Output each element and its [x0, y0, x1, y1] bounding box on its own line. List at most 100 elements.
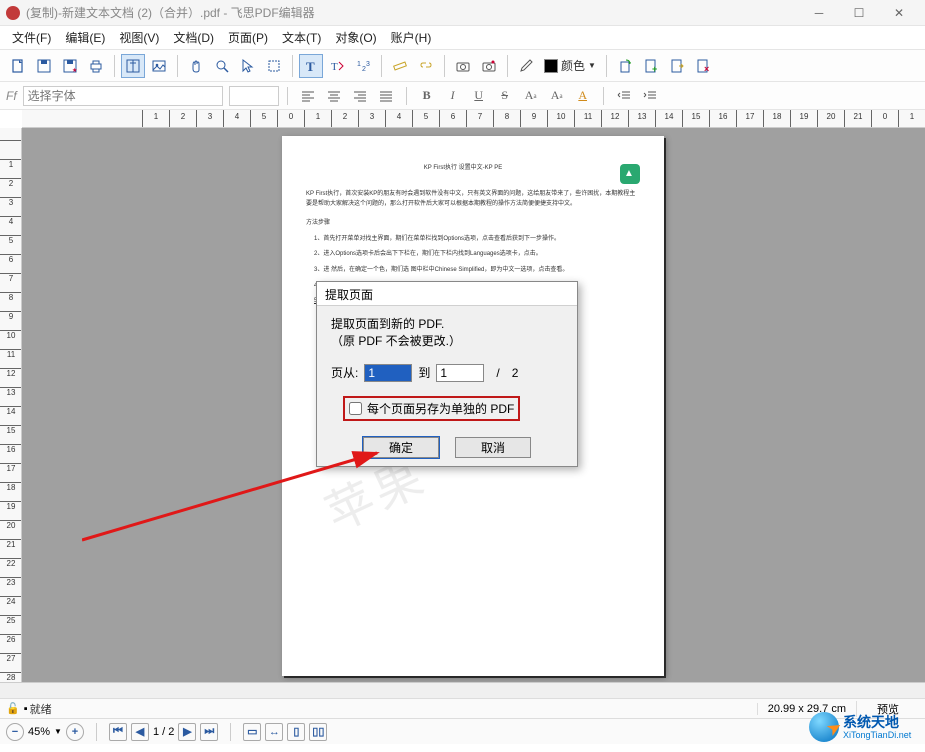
status-text: 就绪 — [30, 701, 757, 717]
superscript-button[interactable]: Aa — [519, 85, 543, 107]
align-justify-button[interactable] — [374, 85, 398, 107]
extract-page-button[interactable] — [665, 54, 689, 78]
menu-account[interactable]: 账户(H) — [385, 27, 438, 48]
align-center-button[interactable] — [322, 85, 346, 107]
eyedropper-button[interactable] — [514, 54, 538, 78]
delete-page-button[interactable]: × — [691, 54, 715, 78]
zoom-tool-button[interactable] — [210, 54, 234, 78]
fit-width-button[interactable]: ↔ — [265, 723, 283, 741]
zoom-out-button[interactable]: − — [6, 723, 24, 741]
titlebar: (复制)-新建文本文档 (2)（合并）.pdf - 飞思PDF编辑器 ─ ☐ ✕ — [0, 0, 925, 26]
menu-page[interactable]: 页面(P) — [222, 27, 274, 48]
main-toolbar: ★ T T 123 颜色▼ + × — [0, 50, 925, 82]
brand-url: XiTongTianDi.net — [843, 730, 911, 740]
menu-view[interactable]: 视图(V) — [113, 27, 165, 48]
page-to-input[interactable] — [436, 364, 484, 382]
font-family-input[interactable] — [23, 86, 223, 106]
page-indicator: 1 / 2 — [153, 726, 174, 738]
menu-text[interactable]: 文本(T) — [276, 27, 327, 48]
menu-file[interactable]: 文件(F) — [6, 27, 57, 48]
select-tool-button[interactable] — [236, 54, 260, 78]
last-page-button[interactable]: ⏭ — [200, 723, 218, 741]
vertical-ruler: 1234567891011121314151617181920212223242… — [0, 128, 22, 682]
save-separate-checkbox-row[interactable]: 每个页面另存为单独的 PDF — [345, 398, 518, 419]
add-page-button[interactable]: + — [639, 54, 663, 78]
highlight-button[interactable]: A — [571, 85, 595, 107]
menu-document[interactable]: 文档(D) — [167, 27, 220, 48]
underline-button[interactable]: U — [467, 85, 491, 107]
save-separate-checkbox[interactable] — [349, 402, 362, 415]
save-button[interactable] — [32, 54, 56, 78]
horizontal-scrollbar[interactable] — [0, 682, 925, 698]
menubar: 文件(F) 编辑(E) 视图(V) 文档(D) 页面(P) 文本(T) 对象(O… — [0, 26, 925, 50]
window-title: (复制)-新建文本文档 (2)（合并）.pdf - 飞思PDF编辑器 — [26, 4, 799, 21]
save-separate-label: 每个页面另存为单独的 PDF — [367, 400, 514, 417]
indent-button[interactable] — [638, 85, 662, 107]
page-range-row: 页从: 到 / 2 — [331, 364, 563, 382]
menu-edit[interactable]: 编辑(E) — [59, 27, 111, 48]
color-swatch-icon — [544, 59, 558, 73]
svg-text:★: ★ — [72, 67, 77, 74]
status-bullet: ▪ — [24, 703, 28, 715]
subscript-button[interactable]: Aa — [545, 85, 569, 107]
text-tool-button[interactable]: T — [299, 54, 323, 78]
bold-button[interactable]: B — [415, 85, 439, 107]
page-from-input[interactable] — [364, 364, 412, 382]
pdf-logo-icon — [620, 164, 640, 184]
page-total: 2 — [512, 366, 519, 380]
ok-button[interactable]: 确定 — [363, 437, 439, 458]
zoombar: − 45% ▼ + ⏮ ◀ 1 / 2 ▶ ⏭ ▭ ↔ ▯ ▯▯ — [0, 718, 925, 744]
svg-text:3: 3 — [366, 61, 370, 68]
minimize-button[interactable]: ─ — [799, 1, 839, 25]
measure-tool-button[interactable] — [388, 54, 412, 78]
selection-tool-button[interactable] — [262, 54, 286, 78]
close-button[interactable]: ✕ — [879, 1, 919, 25]
outdent-button[interactable] — [612, 85, 636, 107]
strikethrough-button[interactable]: S — [493, 85, 517, 107]
page-from-label: 页从: — [331, 364, 358, 381]
maximize-button[interactable]: ☐ — [839, 1, 879, 25]
italic-button[interactable]: I — [441, 85, 465, 107]
svg-text:×: × — [704, 64, 709, 74]
svg-text:T: T — [306, 59, 315, 74]
line-spacing-button[interactable]: 123 — [351, 54, 375, 78]
link-tool-button[interactable] — [414, 54, 438, 78]
brand-name: 系统天地 — [843, 712, 899, 732]
zoom-in-button[interactable]: + — [66, 723, 84, 741]
prev-page-button[interactable]: ◀ — [131, 723, 149, 741]
app-icon — [6, 6, 20, 20]
save-as-button[interactable]: ★ — [58, 54, 82, 78]
edit-text-button[interactable]: T — [325, 54, 349, 78]
extract-pages-dialog: 提取页面 提取页面到新的 PDF. （原 PDF 不会被更改.） 页从: 到 /… — [316, 281, 578, 467]
two-page-button[interactable]: ▯▯ — [309, 723, 327, 741]
cancel-button[interactable]: 取消 — [455, 437, 531, 458]
single-page-button[interactable]: ▯ — [287, 723, 305, 741]
svg-text:T: T — [331, 61, 338, 73]
zoom-level: 45% — [28, 726, 50, 738]
color-picker[interactable]: 颜色▼ — [540, 57, 600, 74]
next-page-button[interactable]: ▶ — [178, 723, 196, 741]
dialog-title: 提取页面 — [317, 282, 577, 306]
align-left-button[interactable] — [296, 85, 320, 107]
insert-text-button[interactable] — [121, 54, 145, 78]
lock-icon: 🔓 — [6, 702, 20, 715]
insert-image-button[interactable] — [147, 54, 171, 78]
first-page-button[interactable]: ⏮ — [109, 723, 127, 741]
rotate-page-button[interactable] — [613, 54, 637, 78]
zoom-dropdown-icon[interactable]: ▼ — [54, 727, 62, 736]
new-button[interactable] — [6, 54, 30, 78]
font-size-input[interactable] — [229, 86, 279, 106]
format-toolbar: Ff B I U S Aa Aa A — [0, 82, 925, 110]
camera-button[interactable] — [451, 54, 475, 78]
align-right-button[interactable] — [348, 85, 372, 107]
statusbar: 🔓 ▪ 就绪 20.99 x 29.7 cm 预览 — [0, 698, 925, 718]
font-family-icon: Ff — [6, 89, 17, 103]
svg-text:1: 1 — [357, 61, 361, 68]
menu-object[interactable]: 对象(O) — [329, 27, 382, 48]
brand-watermark: ➤ 系统天地 XiTongTianDi.net — [809, 710, 921, 746]
horizontal-ruler: 1234501234567891011121314151617181920210… — [22, 110, 925, 128]
snapshot-button[interactable] — [477, 54, 501, 78]
print-button[interactable] — [84, 54, 108, 78]
fit-page-button[interactable]: ▭ — [243, 723, 261, 741]
hand-tool-button[interactable] — [184, 54, 208, 78]
